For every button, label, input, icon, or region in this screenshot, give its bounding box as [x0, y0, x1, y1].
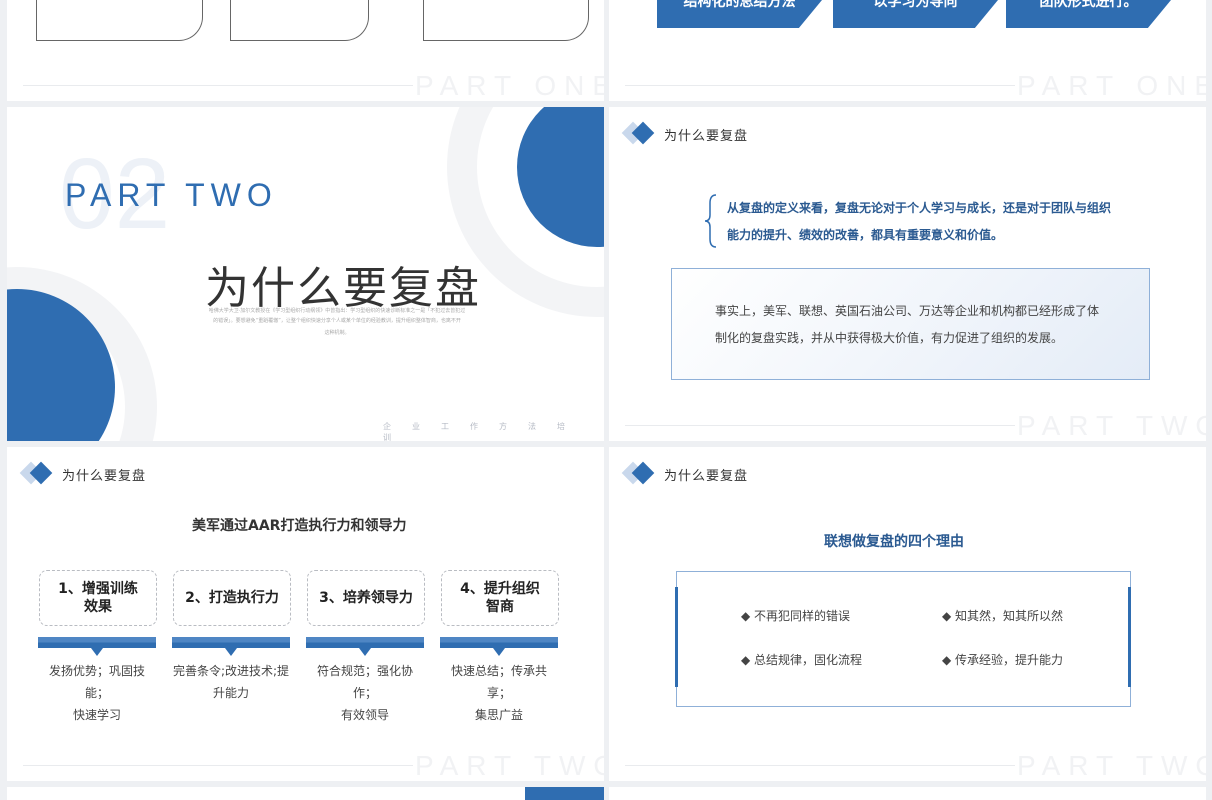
footer-caption: 企业工作方法培训	[383, 422, 586, 441]
reason-4: ◆ 传承经验，提升能力	[942, 653, 1064, 667]
tag-1: 结构化的总结方法	[657, 0, 822, 28]
fact-line2: 制化的复盘实践，并从中获得极大价值，有力促进了组织的发展。	[715, 331, 1064, 345]
header-title: 为什么要复盘	[664, 469, 749, 484]
reason-2: ◆ 知其然，知其所以然	[942, 609, 1064, 623]
arrow-down-icon	[91, 648, 103, 656]
arrow-down-icon	[359, 648, 371, 656]
definition-line2: 能力的提升、绩效的改善，都具有重要意义和价值。	[727, 228, 1004, 242]
arrow-down-icon	[493, 648, 505, 656]
header-title: 为什么要复盘	[664, 129, 749, 144]
slide-top-right[interactable]: 结构化的总结方法 以学习为导向 团队形式进行。 PART ONE	[609, 0, 1206, 101]
reasons-box	[676, 571, 1131, 707]
aar-box-1: 1、增强训练 效果	[39, 570, 157, 626]
aar-title: 美军通过AAR打造执行力和领导力	[192, 518, 407, 534]
content-box-3	[423, 0, 589, 41]
divider-line	[625, 85, 1015, 86]
reasons-box-right-accent	[1128, 587, 1131, 687]
watermark-part-two: PART TWO	[1017, 750, 1206, 781]
reason-3: ◆ 总结规律，固化流程	[741, 653, 863, 667]
watermark-part-one: PART ONE	[415, 70, 604, 101]
header-title: 为什么要复盘	[62, 469, 147, 484]
slide-bottom-left[interactable]	[7, 787, 604, 800]
slide-lenovo[interactable]: 为什么要复盘 联想做复盘的四个理由 ◆ 不再犯同样的错误 ◆ 知其然，知其所以然…	[609, 447, 1206, 781]
divider-line	[625, 765, 1015, 766]
aar-box-4: 4、提升组织 智商	[441, 570, 559, 626]
aar-bar-4	[440, 637, 558, 648]
aar-box-2: 2、打造执行力	[173, 570, 291, 626]
aar-bar-2	[172, 637, 290, 648]
part-label: PART TWO	[65, 177, 278, 213]
aar-bar-3	[306, 637, 424, 648]
aar-box-3: 3、培养领导力	[307, 570, 425, 626]
aar-bar-1	[38, 637, 156, 648]
aar-desc-3: 符合规范；强化协作； 有效领导	[316, 664, 413, 722]
lenovo-title: 联想做复盘的四个理由	[824, 534, 964, 550]
arrow-down-icon	[225, 648, 237, 656]
decorative-shape	[525, 787, 604, 800]
brace-icon	[704, 194, 717, 248]
watermark-part-two: PART TWO	[1017, 410, 1206, 441]
aar-desc-1: 发扬优势；巩固技能； 快速学习	[48, 664, 145, 722]
slide-section-part-two[interactable]: 02 PART TWO 为什么要复盘 哈佛大学大卫·加尔文教授在《学习型组织行动…	[7, 107, 604, 441]
fact-line1: 事实上，美军、联想、英国石油公司、万达等企业和机构都已经形成了体	[715, 304, 1100, 318]
section-paragraph-line2: 的错误」。要想避免“重蹈覆辙”，让整个组织快速分享个人或某个单位的经验教训，提升…	[213, 318, 461, 324]
watermark-part-one: PART ONE	[1017, 70, 1206, 101]
content-box-1	[36, 0, 203, 41]
definition-line1: 从复盘的定义来看，复盘无论对于个人学习与成长，还是对于团队与组织	[727, 201, 1112, 215]
tag-2: 以学习为导向	[833, 0, 998, 28]
tag-3: 团队形式进行。	[1006, 0, 1171, 28]
divider-line	[23, 85, 413, 86]
slide-why-definition[interactable]: 为什么要复盘 从复盘的定义来看，复盘无论对于个人学习与成长，还是对于团队与组织 …	[609, 107, 1206, 441]
slide-bottom-right[interactable]	[609, 787, 1206, 800]
divider-line	[23, 765, 413, 766]
watermark-part-two: PART TWO	[415, 750, 604, 781]
aar-desc-2: 完善条令;改进技术;提 升能力	[172, 664, 290, 700]
reason-1: ◆ 不再犯同样的错误	[741, 609, 851, 623]
aar-desc-4: 快速总结；传承共享； 集思广益	[450, 664, 547, 722]
section-paragraph-line1: 哈佛大学大卫·加尔文教授在《学习型组织行动纲领》中曾指出：学习型组织的快速诊断标…	[208, 308, 466, 314]
section-paragraph-line3: 这种机制。	[324, 330, 350, 336]
slide-top-left[interactable]: PART ONE	[7, 0, 604, 101]
divider-line	[625, 425, 1015, 426]
content-box-2	[230, 0, 369, 41]
slide-aar[interactable]: 为什么要复盘 美军通过AAR打造执行力和领导力 1、增强训练 效果 2、打造执行力…	[7, 447, 604, 781]
reasons-box-left-accent	[675, 587, 678, 687]
